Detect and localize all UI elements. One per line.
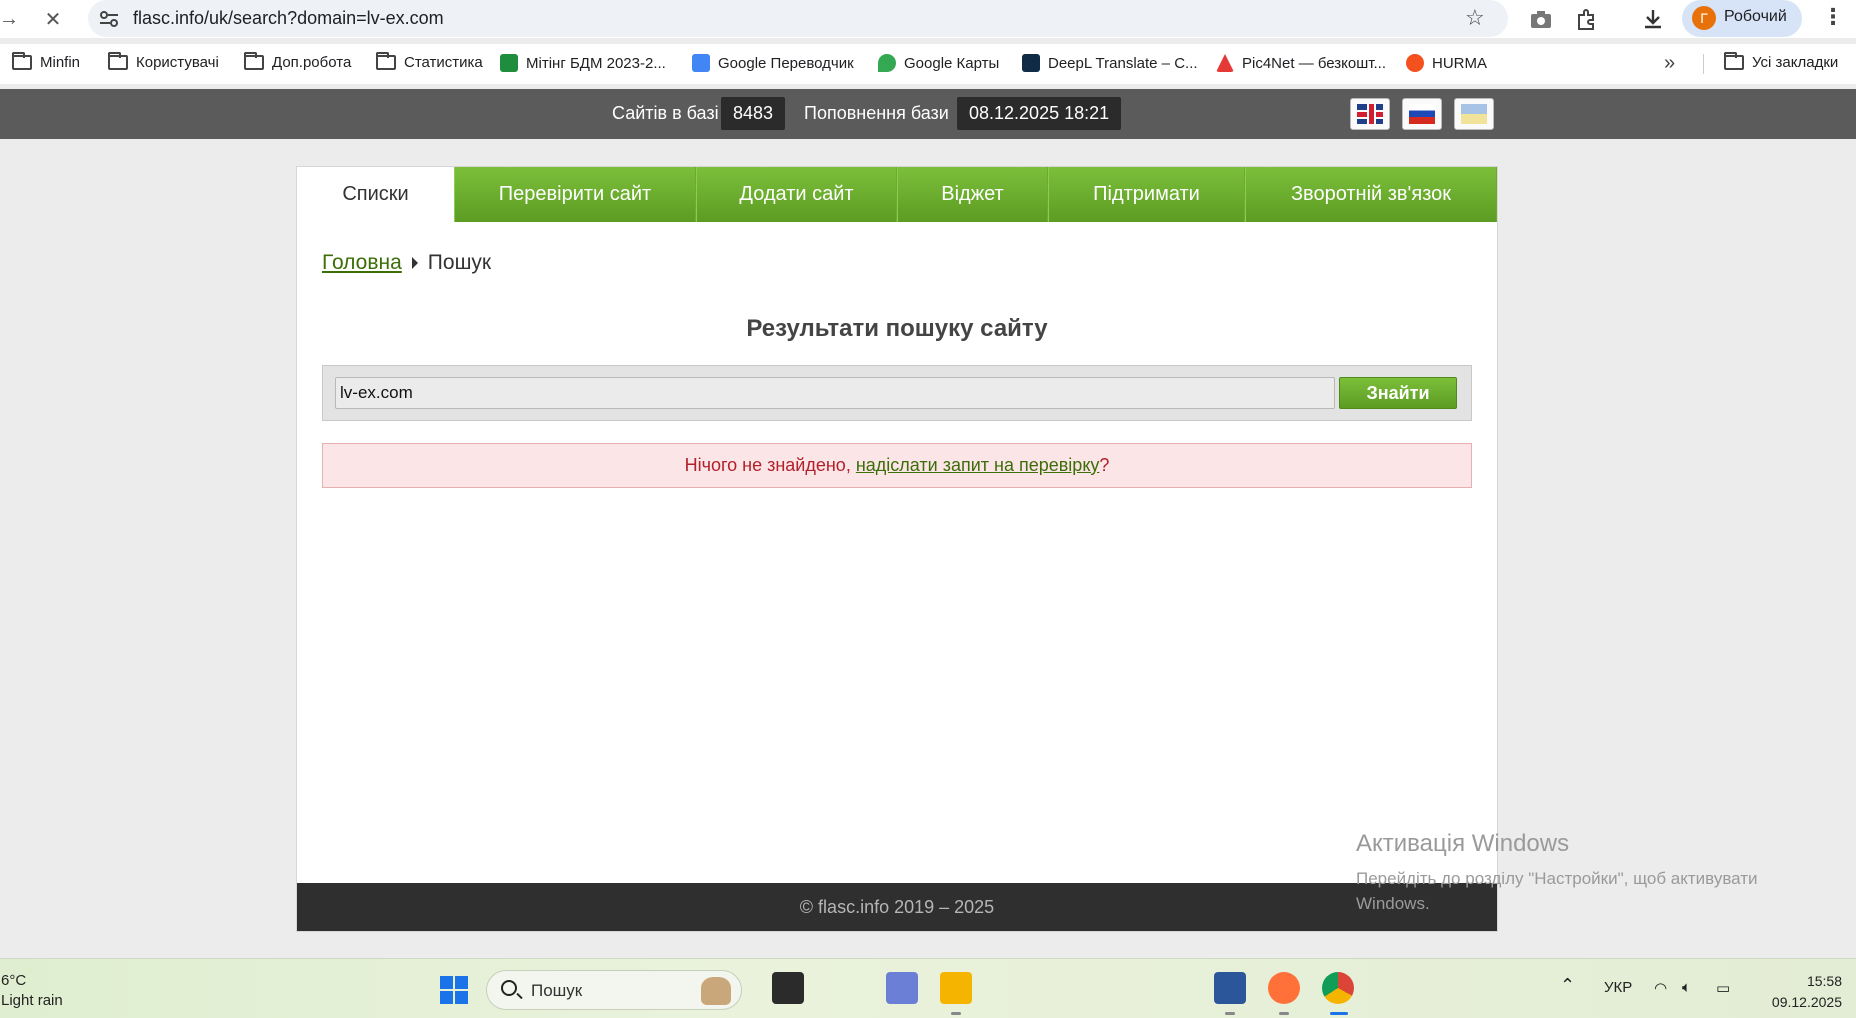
screenshot-icon[interactable] — [1528, 6, 1554, 32]
downloads-icon[interactable] — [1640, 6, 1666, 32]
site-stats-bar: Сайтів в базі 8483 Поповнення бази 08.12… — [0, 89, 1856, 139]
file-explorer-icon[interactable] — [940, 972, 972, 1004]
deepl-icon — [1022, 54, 1040, 72]
extensions-icon[interactable] — [1574, 6, 1600, 32]
pic4net-icon — [1216, 54, 1234, 72]
bookmark-minfin[interactable]: Minfin — [12, 52, 80, 71]
breadcrumb-arrow-icon — [411, 257, 418, 269]
sites-count-value: 8483 — [721, 97, 786, 130]
search-highlight-image — [701, 977, 731, 1005]
folder-icon — [1724, 52, 1744, 70]
watermark-title: Активація Windows — [1356, 830, 1570, 857]
clock-date: 09.12.2025 — [1771, 994, 1842, 1010]
main-nav: Списки Перевірити сайт Додати сайт Відже… — [297, 167, 1497, 222]
maps-icon — [878, 54, 896, 72]
taskbar-search[interactable]: Пошук — [486, 970, 742, 1010]
breadcrumb-home-link[interactable]: Головна — [322, 251, 402, 275]
hurma-icon — [1406, 54, 1424, 72]
back-icon[interactable]: → — [0, 6, 22, 32]
update-label: Поповнення бази — [804, 103, 949, 123]
breadcrumb-current: Пошук — [427, 251, 492, 274]
divider — [1703, 54, 1704, 74]
tab-support[interactable]: Підтримати — [1048, 167, 1245, 222]
bookmarks-bar: Minfin Користувачі Доп.робота Статистика… — [0, 44, 1856, 84]
tab-add-site[interactable]: Додати сайт — [696, 167, 897, 222]
task-view-icon[interactable] — [772, 972, 804, 1004]
english-flag-icon[interactable] — [1350, 98, 1390, 130]
site-footer: © flasc.info 2019 – 2025 — [297, 883, 1497, 931]
bookmark-pic4net[interactable]: Pic4Net — безкошт... — [1216, 54, 1386, 72]
domain-search-input[interactable] — [335, 377, 1335, 409]
tab-lists[interactable]: Списки — [297, 167, 454, 222]
bookmark-google-maps[interactable]: Google Карты — [878, 54, 999, 72]
weather-widget[interactable]: 6°C Light rain — [1, 971, 63, 1011]
volume-icon[interactable]: 🔈︎ — [1682, 979, 1691, 996]
search-icon — [501, 980, 517, 996]
bookmark-deepl[interactable]: DeepL Translate – С... — [1022, 54, 1198, 72]
alert-text: Нічого не знайдено, — [684, 455, 856, 475]
watermark-text: Перейдіть до розділу "Настройки", щоб ак… — [1356, 869, 1758, 913]
weather-text: Light rain — [1, 992, 63, 1009]
avatar: Г — [1692, 6, 1716, 30]
tab-check-site[interactable]: Перевірити сайт — [454, 167, 696, 222]
windows-start-icon[interactable] — [440, 976, 468, 1004]
snipping-tool-icon[interactable] — [886, 972, 918, 1004]
language-indicator[interactable]: УКР — [1604, 979, 1632, 996]
all-bookmarks[interactable]: Усі закладки — [1724, 52, 1838, 71]
bookmark-meeting[interactable]: Мітінг БДМ 2023-2... — [500, 54, 666, 72]
battery-icon[interactable]: ▭ — [1716, 979, 1730, 997]
folder-icon — [108, 52, 128, 70]
bookmark-users[interactable]: Користувачі — [108, 52, 219, 71]
chrome-icon[interactable] — [1322, 972, 1354, 1004]
sites-count-label: Сайтів в базі — [612, 103, 719, 123]
taskbar-search-label: Пошук — [531, 981, 583, 1000]
bookmark-statistics[interactable]: Статистика — [376, 52, 483, 71]
update-date-value: 08.12.2025 18:21 — [957, 97, 1122, 130]
tab-feedback[interactable]: Зворотній зв'язок — [1245, 167, 1497, 222]
windows-activation-watermark: Активація Windows Перейдіть до розділу "… — [1356, 830, 1776, 916]
breadcrumb: Головна Пошук — [322, 251, 491, 275]
search-button[interactable]: Знайти — [1339, 377, 1457, 409]
bookmark-star-icon[interactable]: ☆ — [1465, 5, 1485, 31]
folder-icon — [12, 52, 32, 70]
folder-icon — [244, 52, 264, 70]
alert-suffix: ? — [1099, 455, 1110, 475]
translate-icon — [692, 54, 710, 72]
bookmark-extra-work[interactable]: Доп.робота — [244, 52, 351, 71]
profile-button[interactable]: Г Робочий — [1682, 0, 1802, 37]
browser-toolbar: → ✕ flasc.info/uk/search?domain=lv-ex.co… — [0, 0, 1856, 38]
clock-time: 15:58 — [1806, 973, 1842, 989]
wifi-icon[interactable]: ◠ — [1654, 979, 1667, 997]
active-indicator — [1330, 1012, 1348, 1015]
url-text[interactable]: flasc.info/uk/search?domain=lv-ex.com — [133, 8, 444, 29]
main-card: Списки Перевірити сайт Додати сайт Відже… — [296, 166, 1498, 932]
stop-loading-icon[interactable]: ✕ — [40, 6, 66, 32]
more-menu-icon[interactable]: ⋮ — [1822, 4, 1844, 30]
sheets-icon — [500, 54, 518, 72]
not-found-alert: Нічого не знайдено, надіслати запит на п… — [322, 443, 1472, 488]
profile-name: Робочий — [1724, 8, 1787, 25]
ukrainian-flag-icon[interactable] — [1454, 98, 1494, 130]
running-indicator — [1279, 1012, 1289, 1015]
send-check-request-link[interactable]: надіслати запит на перевірку — [856, 455, 1100, 475]
running-indicator — [951, 1012, 961, 1015]
clock[interactable]: 15:58 09.12.2025 — [1760, 971, 1842, 1013]
tab-widget[interactable]: Віджет — [897, 167, 1048, 222]
taskbar: 6°C Light rain Пошук ⌃ УКР ◠ 🔈︎ ▭ 15:58 … — [0, 958, 1856, 1018]
search-panel: Знайти — [322, 365, 1472, 421]
bookmark-hurma[interactable]: HURMA — [1406, 54, 1487, 72]
russian-flag-icon[interactable] — [1402, 98, 1442, 130]
chevron-up-icon[interactable]: ⌃ — [1560, 975, 1575, 996]
weather-temp: 6°C — [1, 972, 27, 989]
site-info-icon[interactable] — [98, 8, 120, 30]
page-title: Результати пошуку сайту — [746, 315, 1048, 342]
more-bookmarks-icon[interactable]: » — [1664, 52, 1675, 75]
running-indicator — [1225, 1012, 1235, 1015]
firefox-icon[interactable] — [1268, 972, 1300, 1004]
bookmark-google-translate[interactable]: Google Переводчик — [692, 54, 854, 72]
word-icon[interactable] — [1214, 972, 1246, 1004]
folder-icon — [376, 52, 396, 70]
